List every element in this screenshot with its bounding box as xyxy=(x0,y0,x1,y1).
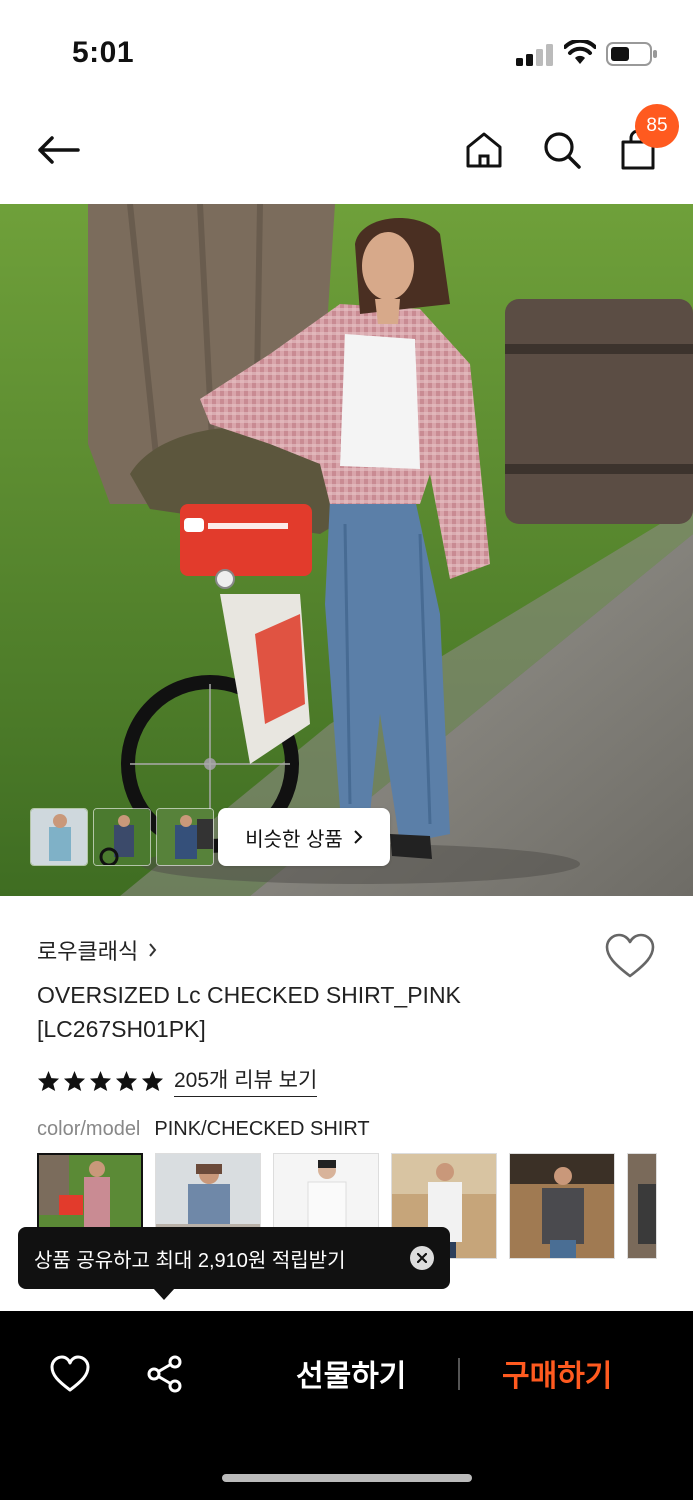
status-time: 5:01 xyxy=(72,36,135,69)
star-icon xyxy=(141,1070,164,1091)
battery-icon xyxy=(606,42,657,66)
top-navigation xyxy=(0,100,693,204)
star-icon xyxy=(115,1070,138,1091)
star-icon xyxy=(89,1070,112,1091)
brand-link[interactable]: 로우클래식 xyxy=(37,934,157,966)
status-bar: 5:01 xyxy=(0,0,693,100)
search-button[interactable] xyxy=(536,124,588,176)
color-option-thumbnail[interactable] xyxy=(627,1153,657,1259)
similar-products-button[interactable]: 비슷한 상품 xyxy=(218,808,390,866)
option-row: color/model PINK/CHECKED SHIRT xyxy=(37,1118,370,1141)
tooltip-text: 상품 공유하고 최대 2,910원 적립받기 xyxy=(34,1249,346,1272)
home-button[interactable] xyxy=(458,124,510,176)
similar-products-label: 비슷한 상품 xyxy=(245,828,343,851)
option-label: color/model xyxy=(37,1118,141,1140)
gift-button[interactable]: 선물하기 xyxy=(296,1351,406,1395)
star-rating xyxy=(37,1070,164,1092)
cart-count-badge: 85 xyxy=(635,104,679,148)
option-value: PINK/CHECKED SHIRT xyxy=(154,1118,370,1140)
bottom-action-bar: 선물하기 구매하기 xyxy=(0,1311,693,1500)
heart-icon[interactable] xyxy=(50,1355,90,1393)
star-icon xyxy=(37,1070,60,1091)
star-icon xyxy=(63,1070,86,1091)
review-link[interactable]: 205개 리뷰 보기 xyxy=(174,1064,318,1097)
back-button[interactable] xyxy=(32,124,84,176)
home-indicator xyxy=(222,1474,472,1482)
share-reward-tooltip: 상품 공유하고 최대 2,910원 적립받기 xyxy=(18,1227,450,1289)
chevron-right-icon xyxy=(354,830,363,844)
cellular-signal-icon xyxy=(516,44,553,66)
wifi-icon xyxy=(564,40,596,64)
action-divider xyxy=(458,1358,460,1390)
search-icon xyxy=(544,132,581,169)
buy-button[interactable]: 구매하기 xyxy=(502,1351,612,1395)
product-title: OVERSIZED Lc CHECKED SHIRT_PINK [LC267SH… xyxy=(37,982,461,1042)
brand-name: 로우클래식 xyxy=(37,939,139,964)
hero-thumbnail-strip xyxy=(30,808,214,866)
product-main-image[interactable] xyxy=(0,204,693,896)
tooltip-close-button[interactable] xyxy=(410,1246,434,1270)
chevron-right-icon xyxy=(149,943,157,957)
back-arrow-icon xyxy=(38,136,80,164)
color-option-thumbnail[interactable] xyxy=(509,1153,615,1259)
tooltip-arrow xyxy=(153,1288,175,1300)
share-icon[interactable] xyxy=(146,1355,184,1393)
wishlist-heart-icon[interactable] xyxy=(604,932,656,980)
rating-row: 205개 리뷰 보기 xyxy=(37,1064,318,1097)
hero-thumbnail[interactable] xyxy=(156,808,214,866)
hero-thumbnail[interactable] xyxy=(30,808,88,866)
home-icon xyxy=(466,132,502,168)
hero-thumbnail[interactable] xyxy=(93,808,151,866)
close-icon xyxy=(417,1253,427,1263)
